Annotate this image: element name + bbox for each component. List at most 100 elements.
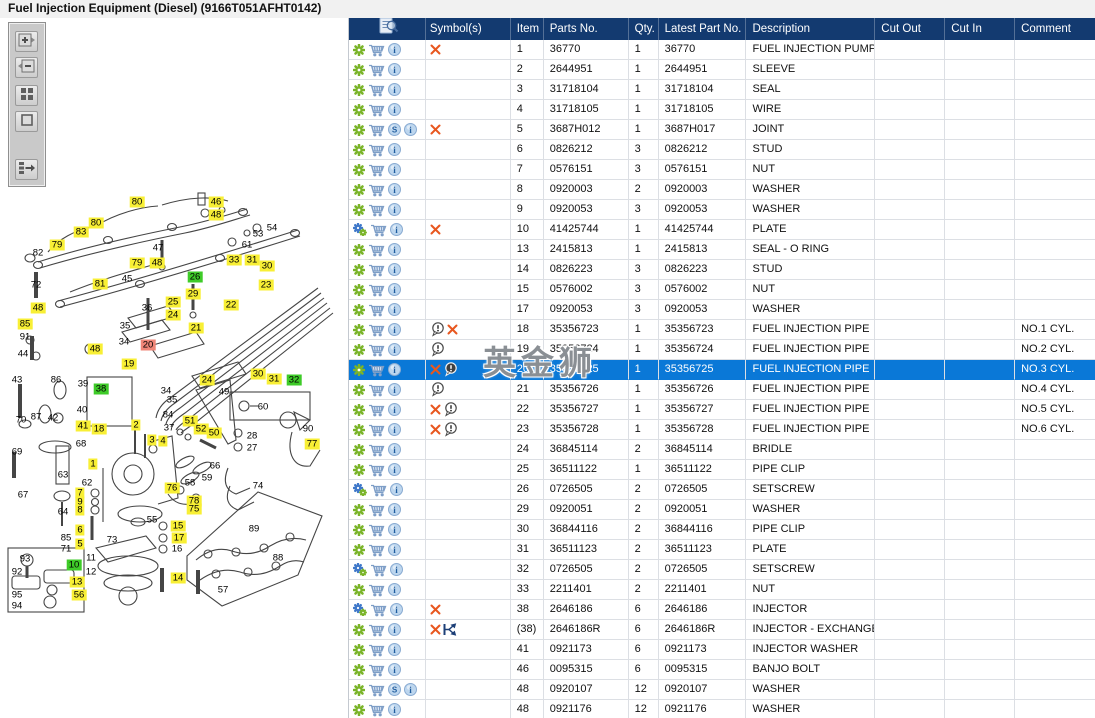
part-label-60[interactable]: 60 — [256, 402, 271, 413]
gear-icon[interactable] — [353, 403, 365, 416]
part-label-68[interactable]: 68 — [74, 439, 89, 450]
part-label-12[interactable]: 12 — [84, 567, 99, 578]
info-icon[interactable]: i — [388, 63, 401, 76]
info-icon[interactable]: i — [388, 343, 401, 356]
cart-icon[interactable] — [368, 523, 385, 537]
part-label-76[interactable]: 76 — [164, 482, 180, 494]
info-icon[interactable]: i — [390, 223, 403, 236]
info-icon[interactable]: i — [390, 483, 403, 496]
toggle-list-button[interactable] — [15, 159, 38, 180]
gear-icon[interactable] — [353, 383, 365, 396]
part-label-19[interactable]: 19 — [121, 358, 137, 370]
part-label-45[interactable]: 45 — [120, 274, 135, 285]
gear-icon[interactable] — [353, 523, 365, 536]
part-label-92[interactable]: 92 — [10, 567, 25, 578]
part-label-64[interactable]: 64 — [56, 507, 71, 518]
column-header-qty[interactable]: Qty. — [629, 18, 659, 40]
part-label-35[interactable]: 35 — [165, 395, 180, 406]
cart-icon[interactable] — [368, 463, 385, 477]
table-row[interactable]: i 21 35356726 1 35356726 FUEL INJECTION … — [349, 380, 1095, 400]
part-label-91[interactable]: 91 — [18, 332, 33, 343]
part-label-48[interactable]: 48 — [208, 209, 224, 221]
info-icon[interactable]: i — [388, 263, 401, 276]
gear-icon[interactable] — [353, 543, 365, 556]
gear-icon[interactable] — [353, 163, 365, 176]
info-icon[interactable]: i — [388, 83, 401, 96]
part-label-79[interactable]: 79 — [129, 257, 145, 269]
gear-icon[interactable] — [353, 703, 365, 716]
part-label-84[interactable]: 84 — [161, 410, 176, 421]
table-row[interactable]: i 10 41425744 1 41425744 PLATE — [349, 220, 1095, 240]
table-row[interactable]: i 20 35356725 1 35356725 FUEL INJECTION … — [349, 360, 1095, 380]
part-label-89[interactable]: 89 — [247, 524, 262, 535]
s-badge-icon[interactable]: S — [388, 683, 401, 696]
part-label-29[interactable]: 29 — [185, 288, 201, 300]
part-label-1[interactable]: 1 — [88, 458, 98, 470]
part-label-35[interactable]: 35 — [118, 321, 133, 332]
cart-icon[interactable] — [370, 223, 387, 237]
part-label-58[interactable]: 58 — [183, 478, 198, 489]
info-icon[interactable]: i — [388, 463, 401, 476]
cart-icon[interactable] — [368, 443, 385, 457]
info-icon[interactable]: i — [388, 643, 401, 656]
zoom-out-button[interactable] — [15, 57, 38, 78]
cart-icon[interactable] — [368, 643, 385, 657]
part-label-15[interactable]: 15 — [170, 520, 186, 532]
gear-icon[interactable] — [353, 583, 365, 596]
gear-icon[interactable] — [353, 643, 365, 656]
cart-icon[interactable] — [368, 503, 385, 517]
table-row[interactable]: i 1 36770 1 36770 FUEL INJECTION PUMP — [349, 40, 1095, 60]
part-label-48[interactable]: 48 — [30, 302, 46, 314]
part-label-6[interactable]: 6 — [75, 524, 85, 536]
table-row[interactable]: i 48 0921176 12 0921176 WASHER — [349, 700, 1095, 718]
info-icon[interactable]: i — [388, 103, 401, 116]
cart-icon[interactable] — [368, 663, 385, 677]
gear-icon[interactable] — [353, 83, 365, 96]
info-icon[interactable]: i — [388, 623, 401, 636]
part-label-70[interactable]: 70 — [14, 415, 29, 426]
table-row[interactable]: i 13 2415813 1 2415813 SEAL - O RING — [349, 240, 1095, 260]
part-label-90[interactable]: 90 — [301, 424, 316, 435]
part-label-61[interactable]: 61 — [240, 240, 255, 251]
info-icon[interactable]: i — [388, 323, 401, 336]
info-icon[interactable]: i — [390, 603, 403, 616]
s-badge-icon[interactable]: S — [388, 123, 401, 136]
part-label-47[interactable]: 47 — [151, 243, 166, 254]
info-icon[interactable]: i — [388, 283, 401, 296]
table-row[interactable]: i 23 35356728 1 35356728 FUEL INJECTION … — [349, 420, 1095, 440]
info-icon[interactable]: i — [388, 403, 401, 416]
part-label-24[interactable]: 24 — [199, 374, 215, 386]
column-header-parts-no[interactable]: Parts No. — [544, 18, 629, 40]
part-label-13[interactable]: 13 — [69, 576, 85, 588]
part-label-80[interactable]: 80 — [129, 196, 145, 208]
part-label-86[interactable]: 86 — [49, 375, 64, 386]
gear-icon[interactable] — [353, 323, 365, 336]
double-gear-icon[interactable] — [353, 223, 367, 236]
info-icon[interactable]: i — [388, 363, 401, 376]
part-label-82[interactable]: 82 — [31, 248, 46, 259]
info-icon[interactable]: i — [388, 663, 401, 676]
info-icon[interactable]: i — [388, 543, 401, 556]
part-label-10[interactable]: 10 — [66, 559, 82, 571]
part-label-79[interactable]: 79 — [49, 239, 65, 251]
part-label-53[interactable]: 53 — [251, 229, 266, 240]
part-label-88[interactable]: 88 — [271, 553, 286, 564]
info-icon[interactable]: i — [388, 703, 401, 716]
part-label-14[interactable]: 14 — [170, 572, 186, 584]
tile-view-button[interactable] — [15, 85, 38, 106]
part-label-20[interactable]: 20 — [140, 339, 156, 351]
part-label-66[interactable]: 66 — [208, 461, 223, 472]
cart-icon[interactable] — [368, 123, 385, 137]
part-label-28[interactable]: 28 — [245, 431, 260, 442]
table-row[interactable]: i 14 0826223 3 0826223 STUD — [349, 260, 1095, 280]
part-label-46[interactable]: 46 — [208, 196, 224, 208]
column-header-item[interactable]: Item — [511, 18, 544, 40]
table-row[interactable]: i 24 36845114 2 36845114 BRIDLE — [349, 440, 1095, 460]
info-icon[interactable]: i — [388, 423, 401, 436]
gear-icon[interactable] — [353, 623, 365, 636]
part-label-21[interactable]: 21 — [188, 322, 204, 334]
part-label-80[interactable]: 80 — [88, 217, 104, 229]
part-label-5[interactable]: 5 — [75, 538, 85, 550]
cart-icon[interactable] — [370, 483, 387, 497]
part-label-43[interactable]: 43 — [10, 375, 25, 386]
